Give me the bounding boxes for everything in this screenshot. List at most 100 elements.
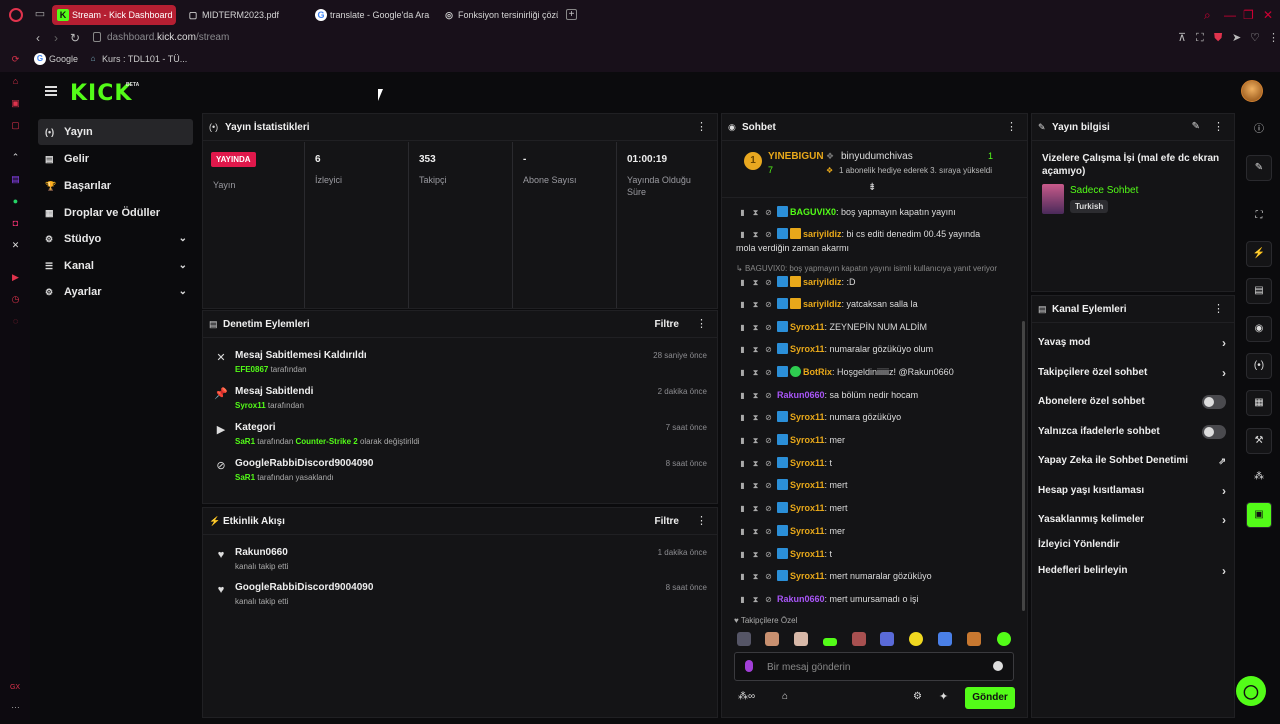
action-ai-moderation[interactable]: Yapay Zeka ile Sohbet Denetimi ⇗ — [1032, 449, 1234, 473]
player-icon[interactable]: ▶ — [10, 272, 21, 283]
emote-icon[interactable] — [765, 632, 779, 646]
filter-button[interactable]: Filtre — [655, 319, 679, 330]
ban-icon[interactable]: ⊘ — [764, 343, 773, 356]
emote-icon[interactable] — [909, 632, 923, 646]
trash-icon[interactable]: ▮ — [738, 276, 747, 289]
timeout-icon[interactable]: ⧗ — [751, 525, 760, 538]
timeout-icon[interactable]: ⧗ — [751, 411, 760, 424]
timeout-icon[interactable]: ⧗ — [751, 570, 760, 583]
chat-username[interactable]: sariyildiz — [803, 277, 842, 287]
notes-icon[interactable]: ▤ — [1246, 278, 1272, 304]
chat-username[interactable]: Syrox11 — [790, 458, 825, 468]
more-options-icon[interactable]: ⋮ — [1006, 121, 1017, 133]
tab-fonksiyon[interactable]: ◎ Fonksiyon tersinirliği çözü — [438, 5, 558, 25]
ban-icon[interactable]: ⊘ — [764, 389, 773, 402]
trash-icon[interactable]: ▮ — [738, 343, 747, 356]
emote-picker-icon[interactable]: ✦ — [939, 690, 948, 703]
opera-logo-icon[interactable] — [9, 8, 23, 22]
emotes-only-toggle[interactable] — [1202, 425, 1226, 439]
filter-button[interactable]: Filtre — [655, 516, 679, 527]
ban-icon[interactable]: ⊘ — [764, 593, 773, 606]
points-rail-icon[interactable]: ⁂ — [1246, 465, 1272, 491]
gifter-name[interactable]: YINEBIGUN — [768, 151, 824, 162]
timeout-icon[interactable]: ⧗ — [751, 206, 760, 219]
support-chat-icon[interactable]: ◯ — [1236, 676, 1266, 706]
chat-rail-icon[interactable]: ◉ — [1246, 316, 1272, 342]
nav-item-yayin[interactable]: (•) Yayın — [38, 119, 193, 145]
ban-icon[interactable]: ⊘ — [764, 321, 773, 334]
action-followers-only[interactable]: Takipçilere özel sohbet › — [1032, 361, 1234, 385]
trash-icon[interactable]: ▮ — [738, 593, 747, 606]
chat-side-icon[interactable]: ◌ — [10, 316, 21, 327]
trash-icon[interactable]: ▮ — [738, 298, 747, 311]
ban-icon[interactable]: ⊘ — [764, 525, 773, 538]
activity-user[interactable]: Rakun0660 — [235, 547, 288, 558]
category-name[interactable]: Sadece Sohbet — [1070, 185, 1138, 196]
nav-item-droplar[interactable]: ▦ Droplar ve Ödüller — [38, 200, 193, 226]
trash-icon[interactable]: ▮ — [738, 228, 747, 241]
trash-icon[interactable]: ▮ — [738, 321, 747, 334]
microphone-icon[interactable] — [745, 660, 753, 672]
clip-icon[interactable]: ▣ — [1246, 502, 1272, 528]
recipient-name[interactable]: binyudumchivas — [841, 151, 913, 162]
emote-icon[interactable] — [967, 632, 981, 646]
edit-icon[interactable]: ✎ — [1192, 121, 1200, 132]
activity-user[interactable]: GoogleRabbiDiscord9004090 — [235, 582, 373, 593]
chat-username[interactable]: Syrox11 — [790, 412, 825, 422]
ban-icon[interactable]: ⊘ — [764, 276, 773, 289]
gx-label[interactable]: GX — [8, 682, 22, 693]
subscribers-only-toggle[interactable] — [1202, 395, 1226, 409]
ban-icon[interactable]: ⊘ — [764, 298, 773, 311]
chat-username[interactable]: Syrox11 — [790, 344, 825, 354]
speed-dial-icon[interactable]: ⟳ — [10, 54, 21, 65]
ban-icon[interactable]: ⊘ — [764, 502, 773, 515]
more-options-icon[interactable]: ⋮ — [696, 515, 707, 527]
timeout-icon[interactable]: ⧗ — [751, 321, 760, 334]
store-icon[interactable]: ⌂ — [782, 691, 788, 702]
ban-icon[interactable]: ⊘ — [764, 434, 773, 447]
timeout-icon[interactable]: ⧗ — [751, 276, 760, 289]
nav-item-kanal[interactable]: ☰ Kanal ⌄ — [38, 253, 193, 279]
emote-icon[interactable] — [852, 632, 866, 646]
emote-icon[interactable] — [794, 632, 808, 646]
ban-icon[interactable]: ⊘ — [764, 411, 773, 424]
heart-icon[interactable]: ♡ — [1250, 32, 1260, 44]
layout-icon[interactable]: ▦ — [1246, 390, 1272, 416]
bag-icon[interactable]: ⌂ — [10, 76, 21, 87]
focus-icon[interactable]: ⛶ — [1246, 204, 1272, 230]
timeout-icon[interactable]: ⧗ — [751, 434, 760, 447]
nav-item-studyo[interactable]: ⚙ Stüdyo ⌄ — [38, 226, 193, 252]
chat-username[interactable]: sariyildiz — [803, 229, 842, 239]
snapshot-icon[interactable]: ⛶ — [1196, 32, 1204, 44]
chat-username[interactable]: Syrox11 — [790, 322, 825, 332]
timeout-icon[interactable]: ⧗ — [751, 548, 760, 561]
hamburger-icon[interactable] — [45, 86, 57, 96]
category-thumbnail[interactable] — [1042, 184, 1064, 214]
emoji-icon[interactable] — [993, 661, 1003, 671]
ban-icon[interactable]: ⊘ — [764, 366, 773, 379]
kick-logo[interactable]: KICK — [70, 81, 132, 106]
emote-icon[interactable] — [938, 632, 952, 646]
trash-icon[interactable]: ▮ — [738, 457, 747, 470]
bookmark-google[interactable]: G Google — [34, 53, 78, 65]
menu-icon[interactable]: ⋮ — [1268, 32, 1279, 44]
forward-icon[interactable]: › — [54, 31, 58, 45]
ban-icon[interactable]: ⊘ — [764, 228, 773, 241]
bookmark-kurs[interactable]: ⌂ Kurs : TDL101 - TÜ... — [87, 53, 188, 65]
ban-icon[interactable]: ⊘ — [764, 570, 773, 583]
emote-icon[interactable] — [823, 638, 837, 646]
mod-user[interactable]: SaR1 — [235, 437, 255, 446]
action-account-age[interactable]: Hesap yaşı kısıtlaması › — [1032, 479, 1234, 503]
edit-layout-icon[interactable]: ✎ — [1246, 155, 1272, 181]
more-icon[interactable]: … — [10, 700, 21, 711]
points-icon[interactable]: ⁂∞ — [738, 691, 755, 702]
tab-search-icon[interactable]: ▭ — [33, 8, 47, 21]
chat-username[interactable]: Syrox11 — [790, 526, 825, 536]
history-icon[interactable]: ◷ — [10, 294, 21, 305]
tab-midterm-pdf[interactable]: ▢ MIDTERM2023.pdf — [182, 5, 302, 25]
mod-category[interactable]: Counter-Strike 2 — [296, 437, 358, 446]
trash-icon[interactable]: ▮ — [738, 525, 747, 538]
twitch-icon[interactable]: ▣ — [10, 98, 21, 109]
trash-icon[interactable]: ▮ — [738, 548, 747, 561]
emote-icon[interactable] — [737, 632, 751, 646]
